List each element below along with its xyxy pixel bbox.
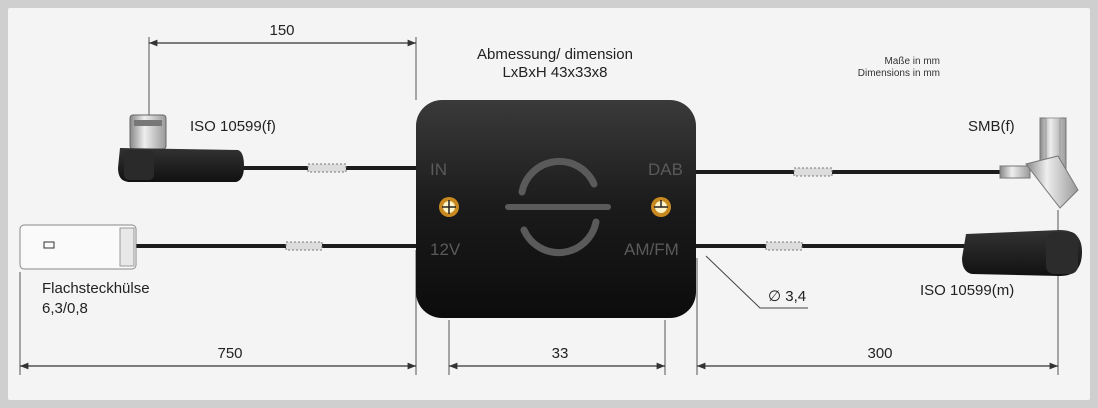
label-cable-diameter: ∅ 3,4 [768,288,807,305]
port-label-12v: 12V [430,240,461,259]
label-iso-male: ISO 10599(m) [920,282,1015,299]
port-label-amfm: AM/FM [624,240,679,259]
cable-sleeve [793,167,833,177]
dimension-300: 300 [867,345,893,362]
units-note-line-1: Maße in mm [884,56,940,67]
flat-plug-connector [19,224,137,270]
title-line-1: Abmessung/ dimension [477,46,633,63]
label-iso-female: ISO 10599(f) [190,118,276,135]
dimension-150: 150 [269,22,295,39]
title-line-2: LxBxH 43x33x8 [502,64,608,81]
splitter-module [416,100,696,318]
iso-male-connector [962,230,1082,276]
label-smb-female: SMB(f) [968,118,1015,135]
label-flat-plug-line-1: Flachsteckhülse [42,280,150,297]
dimension-750: 750 [217,345,243,362]
port-label-dab: DAB [648,160,683,179]
cable-sleeve [765,241,803,251]
label-flat-plug-line-2: 6,3/0,8 [42,300,88,317]
port-label-in: IN [430,160,447,179]
dimension-33: 33 [551,345,569,362]
cable-sleeve [307,163,347,173]
cable-sleeve [285,241,323,251]
units-note-line-2: Dimensions in mm [857,68,940,79]
